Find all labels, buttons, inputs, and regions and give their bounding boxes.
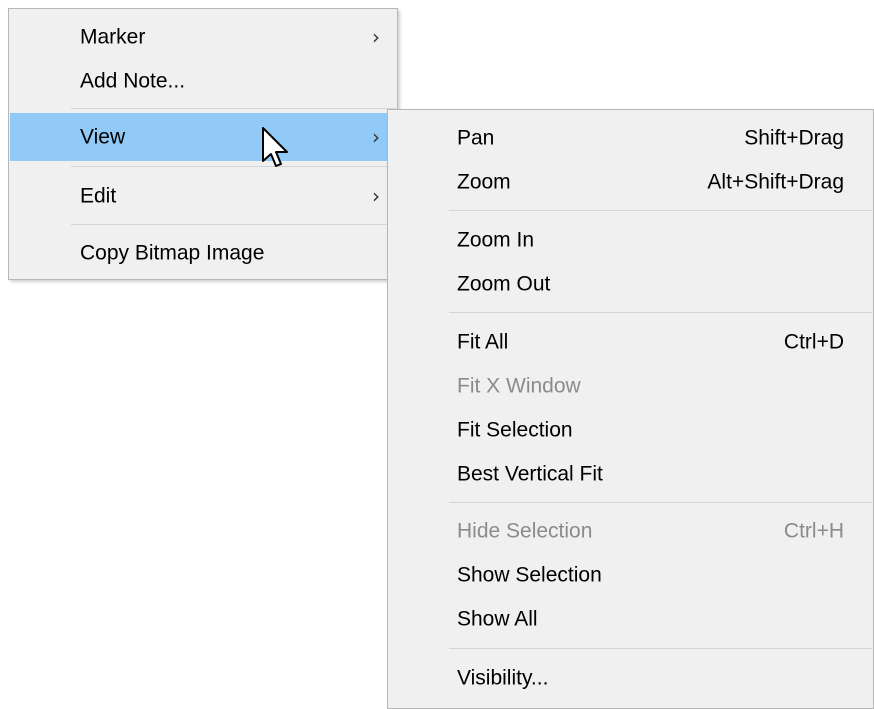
menu-item-fit-x-window: Fit X Window — [389, 364, 872, 408]
menu-item-label: View — [80, 125, 126, 149]
menu-separator — [71, 224, 396, 225]
shortcut-text: Shift+Drag — [744, 126, 844, 150]
menu-item-label: Fit All — [457, 330, 509, 354]
menu-item-label: Hide Selection — [457, 519, 593, 543]
menu-separator — [71, 166, 396, 167]
menu-item-best-vertical-fit[interactable]: Best Vertical Fit — [389, 452, 872, 496]
menu-item-label: Add Note... — [80, 69, 186, 93]
shortcut-text: Alt+Shift+Drag — [707, 170, 844, 194]
menu-item-label: Edit — [80, 184, 117, 208]
menu-item-fit-selection[interactable]: Fit Selection — [389, 408, 872, 452]
menu-item-show-all[interactable]: Show All — [389, 597, 872, 641]
context-menu: Marker › Add Note... View › Edit › Copy … — [8, 8, 398, 280]
menu-item-edit[interactable]: Edit › — [10, 172, 396, 220]
menu-item-marker[interactable]: Marker › — [10, 15, 396, 59]
menu-item-zoom-out[interactable]: Zoom Out — [389, 262, 872, 306]
menu-item-visibility[interactable]: Visibility... — [389, 656, 872, 700]
shortcut-text: Ctrl+D — [783, 330, 844, 354]
menu-separator — [449, 648, 872, 649]
menu-item-label: Pan — [457, 126, 495, 150]
menu-item-label: Visibility... — [457, 666, 549, 690]
chevron-right-icon: › — [372, 184, 380, 208]
chevron-right-icon: › — [372, 125, 380, 149]
menu-item-hide-selection: Hide Selection Ctrl+H — [389, 509, 872, 553]
chevron-right-icon: › — [372, 25, 380, 49]
view-submenu: Pan Shift+Drag Zoom Alt+Shift+Drag Zoom … — [387, 109, 874, 709]
menu-item-add-note[interactable]: Add Note... — [10, 59, 396, 103]
menu-item-label: Show All — [457, 607, 538, 631]
menu-item-view[interactable]: View › — [10, 113, 396, 161]
menu-item-copy-bitmap-image[interactable]: Copy Bitmap Image — [10, 229, 396, 277]
menu-item-fit-all[interactable]: Fit All Ctrl+D — [389, 320, 872, 364]
menu-item-label: Best Vertical Fit — [457, 462, 603, 486]
mouse-pointer-icon — [262, 127, 288, 167]
menu-item-label: Zoom — [457, 170, 511, 194]
menu-separator — [449, 210, 872, 211]
menu-item-label: Show Selection — [457, 563, 602, 587]
menu-separator — [449, 502, 872, 503]
menu-separator — [71, 108, 396, 109]
menu-item-label: Copy Bitmap Image — [80, 241, 265, 265]
menu-item-zoom[interactable]: Zoom Alt+Shift+Drag — [389, 160, 872, 204]
menu-item-label: Fit Selection — [457, 418, 573, 442]
menu-item-label: Zoom Out — [457, 272, 551, 296]
menu-item-zoom-in[interactable]: Zoom In — [389, 218, 872, 262]
menu-item-show-selection[interactable]: Show Selection — [389, 553, 872, 597]
menu-item-label: Zoom In — [457, 228, 535, 252]
menu-item-pan[interactable]: Pan Shift+Drag — [389, 116, 872, 160]
shortcut-text: Ctrl+H — [783, 519, 844, 543]
menu-separator — [449, 312, 872, 313]
menu-item-label: Fit X Window — [457, 374, 581, 398]
menu-item-label: Marker — [80, 25, 146, 49]
